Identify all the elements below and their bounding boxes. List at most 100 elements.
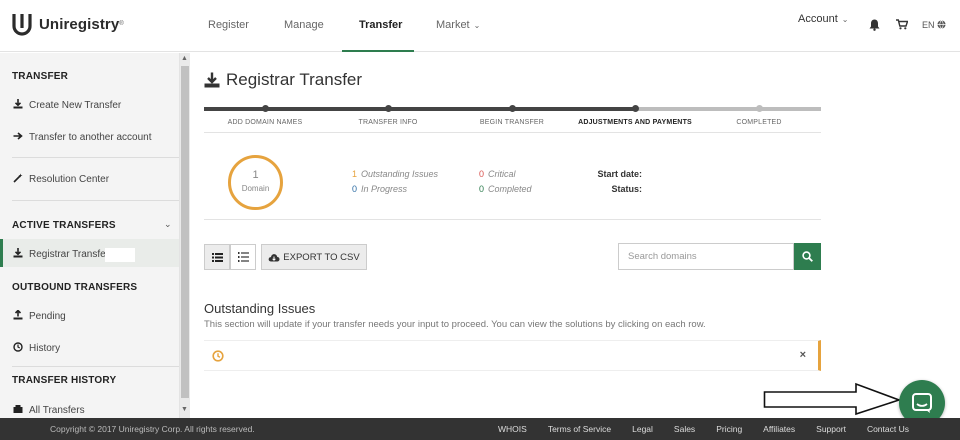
sidebar-item-all-transfers[interactable]: All Transfers [12, 404, 85, 417]
nav-register[interactable]: Register [208, 19, 249, 31]
step-completed: COMPLETED [736, 119, 782, 126]
export-to-csv-button[interactable]: EXPORT TO CSV [261, 244, 367, 270]
status-label: Status: [611, 184, 642, 194]
uniregistry-logo-icon [12, 14, 32, 36]
search-button[interactable] [794, 243, 821, 270]
sidebar-item-label: Pending [29, 311, 66, 322]
footer-link-terms[interactable]: Terms of Service [548, 424, 611, 434]
chat-icon [912, 393, 932, 413]
upload-icon [12, 309, 24, 323]
nav-active-indicator [342, 50, 414, 52]
brand-name: Uniregistry [39, 15, 120, 33]
chevron-down-icon: ⌄ [473, 21, 481, 30]
list-view-button[interactable] [204, 244, 230, 270]
magic-wand-icon [12, 173, 24, 186]
chevron-down-icon[interactable]: ⌄ [164, 219, 172, 230]
list-icon [211, 252, 223, 262]
download-icon [12, 248, 24, 261]
footer-link-whois[interactable]: WHOIS [498, 424, 527, 434]
cart-icon[interactable] [896, 19, 908, 30]
sidebar: TRANSFER Create New Transfer Transfer to… [0, 53, 180, 418]
step-dot [632, 105, 639, 112]
stat-critical: 0 Critical [479, 169, 516, 179]
download-icon [12, 99, 24, 112]
stat-value: 1 [352, 169, 358, 179]
stat-label: Completed [488, 184, 532, 194]
nav-market[interactable]: Market ⌄ [436, 19, 480, 31]
sidebar-item-resolution-center[interactable]: Resolution Center [12, 173, 109, 186]
sidebar-divider [12, 200, 179, 201]
clock-icon [12, 342, 24, 355]
footer-link-pricing[interactable]: Pricing [716, 424, 742, 434]
outstanding-issues-heading: Outstanding Issues [204, 301, 316, 316]
sidebar-item-label: Registrar Transfer [29, 249, 110, 260]
scroll-up-icon[interactable]: ▲ [181, 55, 188, 62]
footer-link-sales[interactable]: Sales [674, 424, 695, 434]
copyright-text: Copyright © 2017 Uniregistry Corp. All r… [50, 424, 255, 434]
bell-icon[interactable] [869, 19, 880, 31]
issue-row[interactable]: × [204, 340, 821, 371]
sidebar-item-transfer-to-account[interactable]: Transfer to another account [12, 131, 151, 144]
search-icon [802, 251, 813, 262]
page-title-text: Registrar Transfer [226, 70, 363, 89]
sidebar-item-history[interactable]: History [12, 342, 60, 355]
step-dot [385, 105, 392, 112]
brand-logo[interactable]: Uniregistry ® [12, 12, 124, 36]
language-selector[interactable]: EN [922, 20, 946, 30]
page-title: Registrar Transfer [204, 70, 362, 90]
transfers-icon [12, 404, 24, 417]
clock-icon [212, 350, 224, 362]
numbered-list-icon [237, 252, 249, 262]
sidebar-item-label: Resolution Center [29, 174, 110, 185]
sidebar-heading-transfer-history: TRANSFER HISTORY [12, 375, 117, 386]
top-navigation: Uniregistry ® Register Manage Transfer M… [0, 0, 960, 52]
stat-label: Outstanding Issues [361, 169, 439, 179]
export-button-label: EXPORT TO CSV [283, 251, 360, 263]
divider [204, 132, 821, 133]
account-menu[interactable]: Account ⌄ [798, 13, 848, 25]
arrow-right-icon [12, 131, 24, 144]
search-domains-input[interactable] [618, 243, 794, 270]
stat-completed: 0 Completed [479, 184, 532, 194]
stat-value: 0 [479, 169, 485, 179]
redacted-block [105, 248, 135, 262]
outstanding-issues-description: This section will update if your transfe… [204, 319, 706, 330]
footer-link-affiliates[interactable]: Affiliates [763, 424, 795, 434]
sidebar-item-label: All Transfers [29, 405, 85, 416]
step-dot [509, 105, 516, 112]
nav-manage[interactable]: Manage [284, 19, 324, 31]
nav-market-label: Market [436, 19, 470, 31]
cloud-download-icon [268, 253, 280, 261]
sidebar-heading-active-transfers: ACTIVE TRANSFERS [12, 220, 116, 231]
stat-label: Critical [488, 169, 516, 179]
sidebar-item-pending[interactable]: Pending [12, 309, 66, 323]
footer-link-support[interactable]: Support [816, 424, 846, 434]
footer-links: WHOIS Terms of Service Legal Sales Prici… [498, 424, 930, 434]
close-icon[interactable]: × [800, 349, 806, 361]
page: Uniregistry ® Register Manage Transfer M… [0, 0, 960, 440]
chevron-down-icon: ⌄ [841, 15, 849, 24]
step-dot [756, 105, 763, 112]
stat-value: 0 [479, 184, 485, 194]
domain-count: 1 [252, 169, 259, 181]
footer: Copyright © 2017 Uniregistry Corp. All r… [0, 418, 960, 440]
footer-link-contact[interactable]: Contact Us [867, 424, 909, 434]
annotation-arrow-icon [763, 382, 902, 416]
stat-in-progress: 0 In Progress [352, 184, 407, 194]
stat-label: In Progress [361, 184, 408, 194]
nav-transfer[interactable]: Transfer [359, 19, 402, 31]
language-label: EN [922, 20, 935, 30]
sidebar-divider [12, 366, 179, 367]
domain-count-circle: 1 Domain [228, 155, 283, 210]
scroll-down-icon[interactable]: ▼ [181, 406, 188, 413]
scrollbar-thumb[interactable] [181, 66, 189, 398]
sidebar-item-create-new-transfer[interactable]: Create New Transfer [12, 99, 121, 112]
sidebar-heading-transfer: TRANSFER [12, 71, 69, 82]
footer-link-legal[interactable]: Legal [632, 424, 653, 434]
detail-view-button[interactable] [230, 244, 256, 270]
sidebar-heading-outbound-transfers: OUTBOUND TRANSFERS [12, 282, 138, 293]
sidebar-item-label: Create New Transfer [29, 100, 122, 111]
sidebar-item-registrar-transfer-content[interactable]: Registrar Transfer [12, 248, 109, 261]
stat-outstanding-issues: 1 Outstanding Issues [352, 169, 438, 179]
stat-value: 0 [352, 184, 358, 194]
